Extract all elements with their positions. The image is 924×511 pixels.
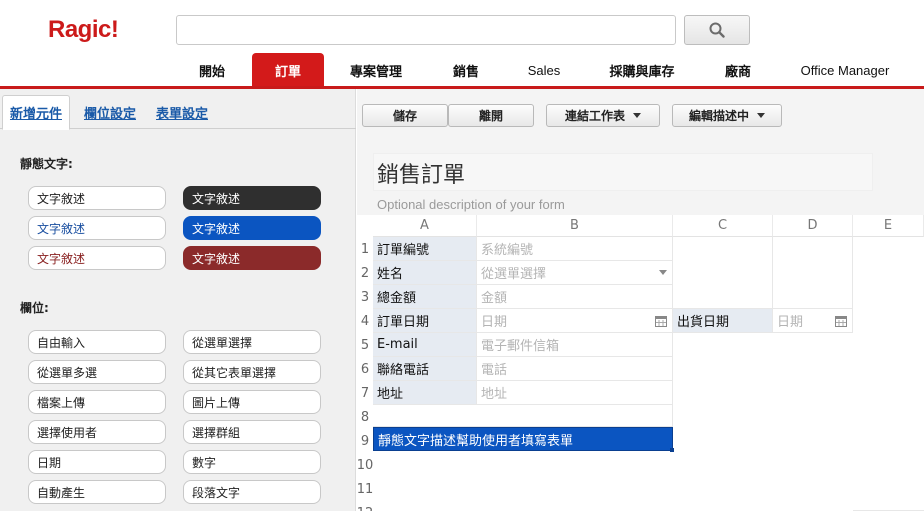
row-number: 9 <box>357 429 373 453</box>
row-number: 8 <box>357 405 373 429</box>
column-header-e[interactable]: E <box>853 215 924 237</box>
row-number: 4 <box>357 309 373 333</box>
row-number: 2 <box>357 261 373 285</box>
empty-cells[interactable] <box>773 237 853 309</box>
field-address[interactable]: 地址 <box>477 381 673 405</box>
field-select[interactable]: 從選單選擇 <box>183 330 321 354</box>
nav-tab-orders[interactable]: 訂單 <box>252 53 324 87</box>
ragic-logo[interactable]: Ragic! <box>48 16 119 44</box>
calendar-icon[interactable] <box>655 315 667 331</box>
static-text-dark[interactable]: 文字敘述 <box>183 186 321 210</box>
nav-tab-start[interactable]: 開始 <box>186 53 238 87</box>
field-phone[interactable]: 電話 <box>477 357 673 381</box>
nav-tab-sales[interactable]: Sales <box>518 53 570 87</box>
field-label-address[interactable]: 地址 <box>373 381 477 405</box>
main-nav: 開始 訂單 專案管理 銷售 Sales 採購與庫存 廠商 Office Mana… <box>0 53 924 87</box>
field-total[interactable]: 金額 <box>477 285 673 309</box>
row-number: 3 <box>357 285 373 309</box>
column-header-c[interactable]: C <box>673 215 773 237</box>
tab-field-settings[interactable]: 欄位設定 <box>78 95 142 129</box>
field-auto-generate[interactable]: 自動產生 <box>28 480 166 504</box>
field-select-user[interactable]: 選擇使用者 <box>28 420 166 444</box>
app-window: Ragic! 開始 訂單 專案管理 銷售 Sales 採購與庫存 廠商 Offi… <box>0 0 924 511</box>
field-order-date[interactable]: 日期 <box>477 309 673 333</box>
field-file-upload[interactable]: 檔案上傳 <box>28 390 166 414</box>
static-text-red-text[interactable]: 文字敘述 <box>28 246 166 270</box>
resize-handle[interactable] <box>670 448 674 452</box>
empty-cells[interactable] <box>853 237 924 511</box>
field-number[interactable]: 數字 <box>183 450 321 474</box>
field-label-order-no[interactable]: 訂單編號 <box>373 237 477 261</box>
row-number: 5 <box>357 333 373 357</box>
field-label-order-date[interactable]: 訂單日期 <box>373 309 477 333</box>
field-name[interactable]: 從選單選擇 <box>477 261 673 285</box>
row-number: 1 <box>357 237 373 261</box>
empty-cells[interactable] <box>673 237 773 309</box>
field-label-name[interactable]: 姓名 <box>373 261 477 285</box>
chevron-down-icon <box>757 113 765 118</box>
tab-form-settings[interactable]: 表單設定 <box>150 95 214 129</box>
row-number: 12 <box>357 501 373 511</box>
link-sheet-button[interactable]: 連結工作表 <box>546 104 660 127</box>
static-text-blue-text[interactable]: 文字敘述 <box>28 216 166 240</box>
nav-tab-sales-zh[interactable]: 銷售 <box>440 53 492 87</box>
leave-button[interactable]: 離開 <box>448 104 534 127</box>
field-paragraph[interactable]: 段落文字 <box>183 480 321 504</box>
field-label-email[interactable]: E-mail <box>373 333 477 357</box>
link-sheet-label: 連結工作表 <box>564 109 625 123</box>
field-date[interactable]: 日期 <box>28 450 166 474</box>
field-order-date-placeholder: 日期 <box>481 315 508 330</box>
field-free-input[interactable]: 自由輸入 <box>28 330 166 354</box>
form-editor: 儲存 離開 連結工作表 編輯描述中 銷售訂單 Optional descript… <box>357 89 924 511</box>
calendar-icon[interactable] <box>835 315 847 331</box>
chevron-down-icon <box>633 113 641 118</box>
edit-description-button[interactable]: 編輯描述中 <box>672 104 782 127</box>
field-email[interactable]: 電子郵件信箱 <box>477 333 673 357</box>
field-label-ship-date[interactable]: 出貨日期 <box>673 309 773 333</box>
field-select-other-form[interactable]: 從其它表單選擇 <box>183 360 321 384</box>
design-panel: 新增元件 欄位設定 表單設定 靜態文字: 文字敘述 文字敘述 文字敘述 文字敘述… <box>0 89 356 511</box>
static-text-blue[interactable]: 文字敘述 <box>183 216 321 240</box>
nav-tab-vendors[interactable]: 廠商 <box>712 53 764 87</box>
static-text-plain[interactable]: 文字敘述 <box>28 186 166 210</box>
field-multi-select[interactable]: 從選單多選 <box>28 360 166 384</box>
column-header-d[interactable]: D <box>773 215 853 237</box>
search-input[interactable] <box>176 15 676 45</box>
form-sheet: A B C D E 1 2 3 4 5 6 7 8 9 10 11 12 訂單編… <box>357 215 924 511</box>
search-icon <box>709 22 725 38</box>
form-title[interactable]: 銷售訂單 <box>377 157 465 189</box>
tab-add-element[interactable]: 新增元件 <box>2 95 70 130</box>
row-number: 6 <box>357 357 373 381</box>
field-select-group[interactable]: 選擇群組 <box>183 420 321 444</box>
form-description[interactable]: Optional description of your form <box>377 197 565 212</box>
field-ship-date[interactable]: 日期 <box>773 309 853 333</box>
row-number: 7 <box>357 381 373 405</box>
field-label-phone[interactable]: 聯絡電話 <box>373 357 477 381</box>
column-header-b[interactable]: B <box>477 215 673 237</box>
field-image-upload[interactable]: 圖片上傳 <box>183 390 321 414</box>
dropdown-arrow-icon[interactable] <box>659 270 667 275</box>
row-number: 11 <box>357 477 373 501</box>
field-order-no[interactable]: 系統編號 <box>477 237 673 261</box>
nav-tab-projects[interactable]: 專案管理 <box>340 53 412 87</box>
design-tabs: 新增元件 欄位設定 表單設定 <box>0 89 356 130</box>
fields-section-title: 欄位: <box>20 301 49 315</box>
empty-cells[interactable] <box>373 405 673 427</box>
field-label-total[interactable]: 總金額 <box>373 285 477 309</box>
static-text-help[interactable]: 靜態文字描述幫助使用者填寫表單 <box>373 427 673 451</box>
edit-description-label: 編輯描述中 <box>688 109 749 123</box>
nav-tab-office-manager[interactable]: Office Manager <box>790 53 900 87</box>
field-ship-date-placeholder: 日期 <box>777 315 804 330</box>
save-button[interactable]: 儲存 <box>362 104 448 127</box>
search-button[interactable] <box>684 15 750 45</box>
field-name-placeholder: 從選單選擇 <box>481 267 547 282</box>
row-number: 10 <box>357 453 373 477</box>
nav-tab-purchasing[interactable]: 採購與庫存 <box>596 53 688 87</box>
static-text-section-title: 靜態文字: <box>20 157 73 171</box>
static-text-red[interactable]: 文字敘述 <box>183 246 321 270</box>
column-header-a[interactable]: A <box>373 215 477 237</box>
